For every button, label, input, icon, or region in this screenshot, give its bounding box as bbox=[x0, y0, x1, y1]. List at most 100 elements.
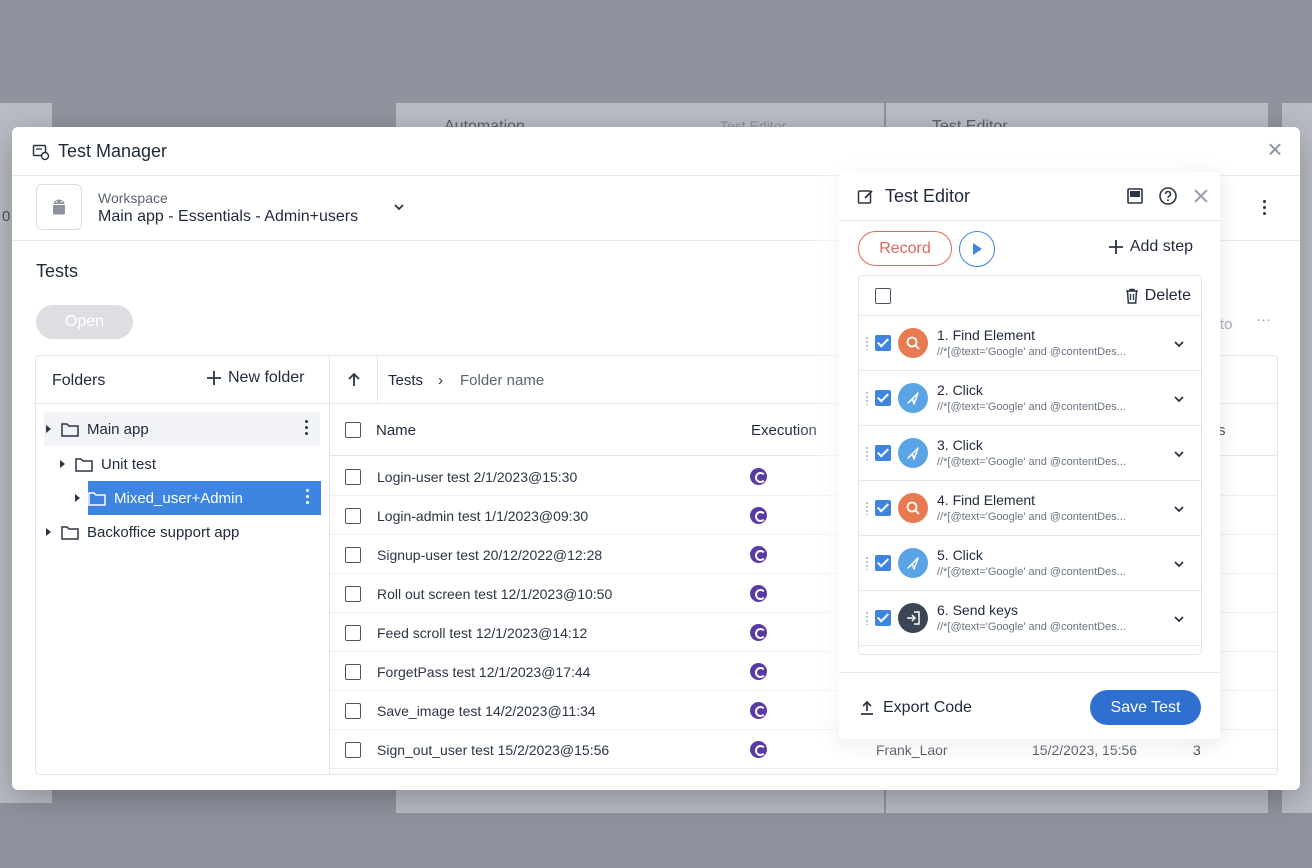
new-folder-label: New folder bbox=[228, 369, 305, 386]
chevron-down-icon[interactable] bbox=[1173, 448, 1185, 460]
chevron-right-icon: › bbox=[438, 372, 443, 389]
execution-icon bbox=[750, 624, 767, 641]
modal-close-icon[interactable]: × bbox=[1264, 136, 1286, 162]
column-execution[interactable]: Execution bbox=[751, 422, 817, 439]
android-icon bbox=[36, 184, 82, 230]
folder-icon bbox=[61, 525, 79, 540]
row-checkbox[interactable] bbox=[345, 469, 361, 485]
breadcrumb-current: Folder name bbox=[460, 372, 545, 389]
more-icon[interactable] bbox=[306, 489, 309, 504]
caret-right-icon[interactable] bbox=[46, 528, 51, 536]
drag-handle-icon[interactable] bbox=[865, 446, 869, 460]
delete-button[interactable]: Delete bbox=[1125, 287, 1191, 305]
column-name[interactable]: Name bbox=[376, 422, 416, 439]
step-path: //*[@text='Google' and @contentDes... bbox=[937, 456, 1126, 468]
steps-list: Delete 1. Find Element //*[@text='Google… bbox=[858, 275, 1202, 655]
more-dots-icon[interactable]: ··· bbox=[1256, 311, 1271, 328]
step-checkbox[interactable] bbox=[875, 610, 891, 626]
caret-right-icon[interactable] bbox=[60, 460, 65, 468]
trash-icon bbox=[1125, 288, 1138, 304]
step-checkbox[interactable] bbox=[875, 445, 891, 461]
step-checkbox[interactable] bbox=[875, 390, 891, 406]
drag-handle-icon[interactable] bbox=[865, 611, 869, 625]
row-date: 15/2/2023, 15:56 bbox=[1032, 742, 1138, 758]
to-text: to bbox=[1220, 316, 1233, 333]
row-checkbox[interactable] bbox=[345, 703, 361, 719]
step-checkbox[interactable] bbox=[875, 555, 891, 571]
click-icon bbox=[898, 383, 928, 413]
step-item[interactable]: 4. Find Element //*[@text='Google' and @… bbox=[859, 481, 1201, 536]
editor-title: Test Editor bbox=[857, 186, 970, 207]
test-name: Feed scroll test 12/1/2023@14:12 bbox=[377, 625, 588, 641]
execution-icon bbox=[750, 741, 767, 758]
folder-label: Mixed_user+Admin bbox=[114, 489, 243, 507]
new-folder-button[interactable]: New folder bbox=[206, 369, 304, 387]
execution-icon bbox=[750, 468, 767, 485]
select-all-steps-checkbox[interactable] bbox=[875, 288, 891, 304]
dock-icon[interactable] bbox=[1126, 187, 1144, 205]
folder-backoffice-support-app[interactable]: Backoffice support app bbox=[46, 515, 320, 549]
more-icon[interactable] bbox=[1263, 200, 1266, 215]
breadcrumb-root[interactable]: Tests bbox=[388, 372, 423, 389]
folder-mixed-user-admin[interactable]: Mixed_user+Admin bbox=[75, 481, 321, 515]
test-name: Login-admin test 1/1/2023@09:30 bbox=[377, 508, 589, 524]
drag-handle-icon[interactable] bbox=[865, 391, 869, 405]
step-checkbox[interactable] bbox=[875, 335, 891, 351]
play-button[interactable] bbox=[959, 231, 995, 267]
folder-label: Unit test bbox=[101, 455, 157, 473]
step-checkbox[interactable] bbox=[875, 500, 891, 516]
drag-handle-icon[interactable] bbox=[865, 501, 869, 515]
step-item[interactable]: 1. Find Element //*[@text='Google' and @… bbox=[859, 316, 1201, 371]
test-name: Signup-user test 20/12/2022@12:28 bbox=[377, 547, 603, 563]
record-button[interactable]: Record bbox=[858, 231, 952, 266]
step-item[interactable]: 3. Click //*[@text='Google' and @content… bbox=[859, 426, 1201, 481]
step-title: 3. Click bbox=[937, 437, 983, 453]
folder-unit-test[interactable]: Unit test bbox=[60, 447, 320, 481]
help-icon[interactable] bbox=[1158, 186, 1178, 206]
test-name: Sign_out_user test 15/2/2023@15:56 bbox=[377, 742, 610, 758]
save-test-button[interactable]: Save Test bbox=[1090, 690, 1201, 725]
export-code-label: Export Code bbox=[883, 699, 972, 716]
caret-right-icon[interactable] bbox=[75, 494, 80, 502]
step-item[interactable]: 5. Click //*[@text='Google' and @content… bbox=[859, 536, 1201, 591]
chevron-down-icon[interactable] bbox=[392, 200, 406, 214]
tests-title: Tests bbox=[36, 261, 79, 281]
open-button[interactable]: Open bbox=[36, 305, 133, 339]
chevron-down-icon[interactable] bbox=[1173, 393, 1185, 405]
select-all-checkbox[interactable] bbox=[345, 422, 361, 438]
up-arrow-button[interactable] bbox=[330, 356, 378, 404]
folder-icon bbox=[75, 457, 93, 472]
row-checkbox[interactable] bbox=[345, 742, 361, 758]
test-editor-panel: Test Editor Record Add step Delete 1. Fi… bbox=[839, 172, 1220, 739]
export-code-button[interactable]: Export Code bbox=[859, 699, 972, 717]
drag-handle-icon[interactable] bbox=[865, 556, 869, 570]
more-icon[interactable] bbox=[305, 420, 308, 435]
step-title: 6. Send keys bbox=[937, 602, 1018, 618]
edit-icon bbox=[857, 189, 873, 204]
row-checkbox[interactable] bbox=[345, 586, 361, 602]
folder-main-app[interactable]: Main app bbox=[44, 412, 320, 446]
chevron-down-icon[interactable] bbox=[1173, 338, 1185, 350]
chevron-down-icon[interactable] bbox=[1173, 503, 1185, 515]
row-checkbox[interactable] bbox=[345, 508, 361, 524]
chevron-down-icon[interactable] bbox=[1173, 558, 1185, 570]
bg-left-zero: 0 bbox=[2, 208, 11, 225]
drag-handle-icon[interactable] bbox=[865, 336, 869, 350]
folders-panel: Folders New folder Main app Unit test Mi… bbox=[36, 356, 330, 774]
chevron-down-icon[interactable] bbox=[1173, 613, 1185, 625]
add-step-button[interactable]: Add step bbox=[1108, 238, 1193, 256]
row-owner: Frank_Laor bbox=[876, 742, 948, 758]
row-count: 3 bbox=[1193, 742, 1201, 758]
workspace-value: Main app - Essentials - Admin+users bbox=[98, 208, 359, 225]
editor-header: Test Editor bbox=[839, 172, 1220, 221]
caret-right-icon[interactable] bbox=[46, 425, 51, 433]
step-path: //*[@text='Google' and @contentDes... bbox=[937, 566, 1126, 578]
row-checkbox[interactable] bbox=[345, 625, 361, 641]
step-item[interactable]: 2. Click //*[@text='Google' and @content… bbox=[859, 371, 1201, 426]
close-icon[interactable] bbox=[1192, 187, 1210, 205]
row-checkbox[interactable] bbox=[345, 664, 361, 680]
step-item[interactable]: 6. Send keys //*[@text='Google' and @con… bbox=[859, 591, 1201, 646]
test-manager-icon bbox=[32, 144, 50, 160]
row-checkbox[interactable] bbox=[345, 547, 361, 563]
test-name: Roll out screen test 12/1/2023@10:50 bbox=[377, 586, 613, 602]
